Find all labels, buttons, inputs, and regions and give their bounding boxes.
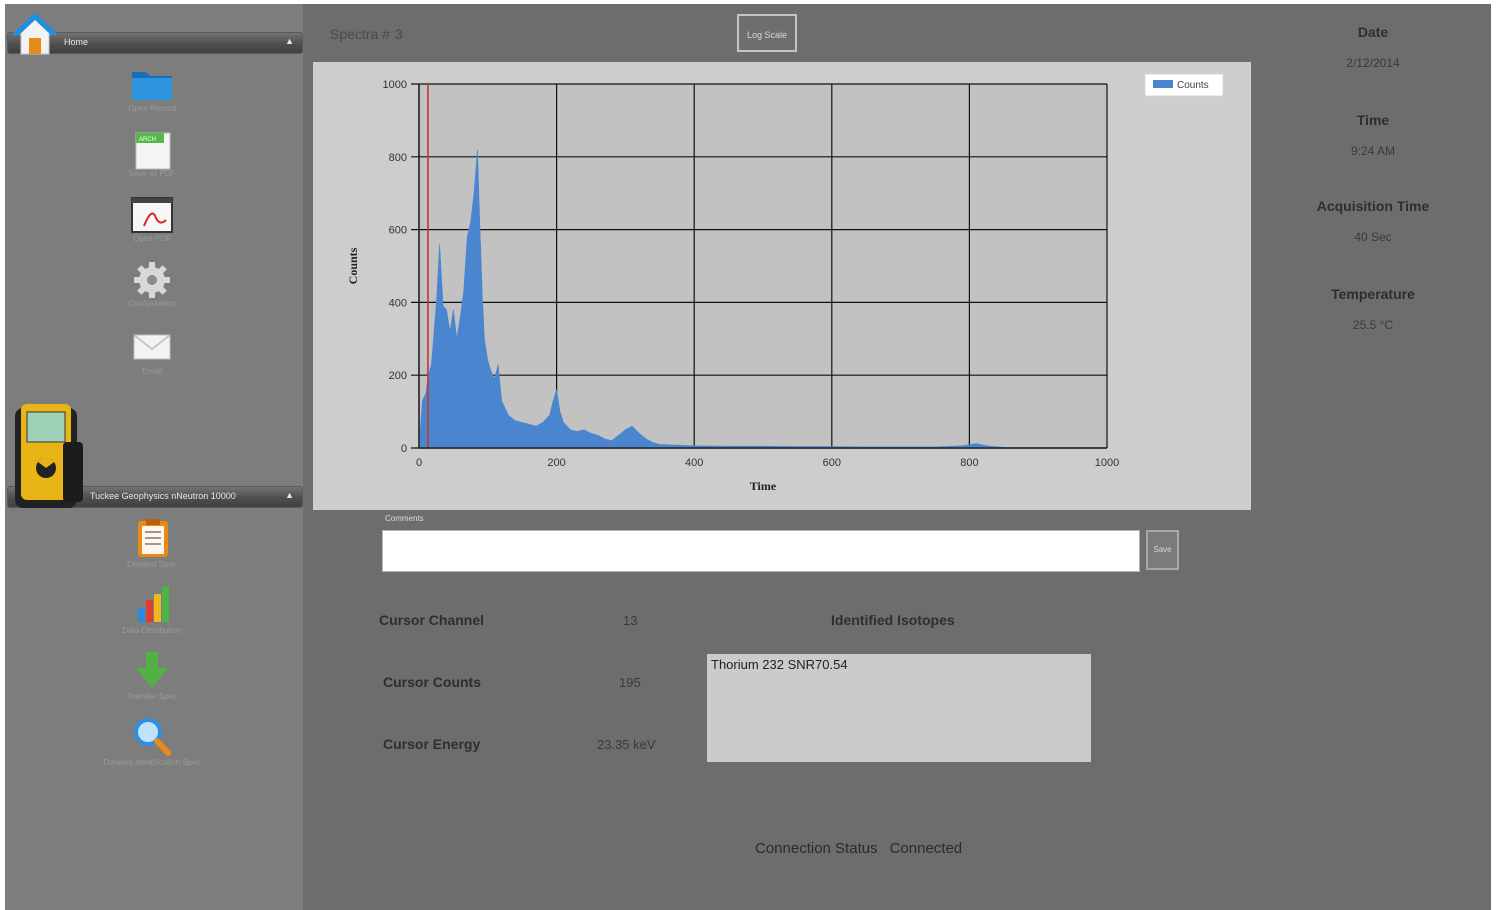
isotope-item[interactable]: Thorium 232 SNR70.54 <box>711 657 848 672</box>
time-label: Time <box>1356 112 1390 128</box>
svg-text:ARCH: ARCH <box>139 137 156 143</box>
cursor-energy-label: Cursor Energy <box>383 736 481 752</box>
configuration-label: Configuration <box>128 299 176 308</box>
x-tick-label: 600 <box>823 457 841 469</box>
identified-isotopes-list[interactable]: Thorium 232 SNR70.54 <box>707 654 1091 762</box>
detector-device-icon <box>11 402 87 510</box>
date-label: Date <box>1357 24 1389 40</box>
time-value: 9:24 AM <box>1350 144 1396 158</box>
open-record-label: Open Record <box>128 104 176 113</box>
detailed-spec-label: Detailed Spec <box>127 560 177 569</box>
date-value: 2/12/2014 <box>1346 56 1400 70</box>
comments-label: Comments <box>385 514 424 523</box>
plot-area <box>419 84 1107 448</box>
y-tick-label: 600 <box>389 225 407 237</box>
device-section-label: Tuckee Geophysics nNeutron 10000 <box>90 491 236 501</box>
x-tick-label: 1000 <box>1095 457 1119 469</box>
data-distribution-button[interactable]: Data Distribution <box>102 584 202 635</box>
save-pdf-icon: ARCH <box>130 131 174 170</box>
x-tick-label: 200 <box>547 457 565 469</box>
pdf-file-icon <box>130 196 174 233</box>
collapse-icon: ▲ <box>285 490 294 500</box>
open-pdf-button[interactable]: Open PDF <box>102 196 202 243</box>
y-tick-label: 0 <box>401 443 407 455</box>
spectrum-chart[interactable]: 0 200 400 600 800 1000 0 200 400 600 800 1000 Time Co… <box>313 62 1251 510</box>
x-tick-label: 400 <box>685 457 703 469</box>
connection-status-value: Connected <box>889 840 963 857</box>
open-record-button[interactable]: Open Record <box>102 66 202 113</box>
detailed-identification-spec-label: Detailed Identification Spec <box>103 758 201 767</box>
spectra-label: Spectra # <box>330 26 390 42</box>
save-as-pdf-button[interactable]: ARCH Save as PDF <box>102 131 202 178</box>
cursor-energy-value: 23.35 keV <box>597 737 656 752</box>
detailed-identification-spec-button[interactable]: Detailed Identification Spec <box>102 716 202 767</box>
acquisition-time-value: 40 Sec <box>1354 230 1392 244</box>
temperature-value: 25.5 °C <box>1352 318 1394 332</box>
app-window: Home ▲ Open Record ARCH Save as PDF Open… <box>5 4 1491 910</box>
y-axis-label: Counts <box>346 247 360 284</box>
cursor-counts-value: 195 <box>619 675 641 690</box>
temperature-label: Temperature <box>1331 286 1415 302</box>
y-tick-label: 1000 <box>383 79 407 91</box>
legend-label: Counts <box>1177 80 1209 91</box>
cursor-channel-label: Cursor Channel <box>379 612 485 628</box>
open-pdf-label: Open PDF <box>133 234 171 243</box>
acquisition-time-label: Acquisition Time <box>1316 198 1430 214</box>
house-icon[interactable] <box>13 12 57 56</box>
download-arrow-icon <box>130 650 174 690</box>
x-tick-label: 0 <box>416 457 422 469</box>
bar-chart-icon <box>130 584 174 624</box>
legend-swatch <box>1153 80 1173 88</box>
log-scale-button[interactable]: Log Scale <box>737 14 797 52</box>
save-comment-button[interactable]: Save <box>1146 530 1179 570</box>
spectrum-chart-panel: 0 200 400 600 800 1000 0 200 400 600 800 1000 Time Co… <box>313 62 1251 510</box>
email-label: Email <box>141 367 162 376</box>
y-tick-label: 800 <box>389 152 407 164</box>
y-tick-label: 400 <box>389 297 407 309</box>
home-section-label: Home <box>64 37 89 47</box>
spectra-indicator: Spectra #3 <box>330 26 403 42</box>
data-distribution-label: Data Distribution <box>122 626 182 635</box>
collapse-icon: ▲ <box>285 36 294 46</box>
spectra-number: 3 <box>394 26 403 42</box>
detailed-spec-button[interactable]: Detailed Spec <box>102 518 202 569</box>
main-panel: Spectra #3 Log Scale 0 200 400 600 800 1000 0 2… <box>303 4 1491 910</box>
gear-icon <box>130 261 174 298</box>
transfer-spec-button[interactable]: Transfer Spec <box>102 650 202 701</box>
connection-status: Connection Status Connected <box>755 840 962 857</box>
configuration-button[interactable]: Configuration <box>102 261 202 308</box>
transfer-spec-label: Transfer Spec <box>127 692 177 701</box>
x-tick-label: 800 <box>960 457 978 469</box>
folder-icon <box>130 66 174 102</box>
clipboard-icon <box>130 518 174 558</box>
comments-input[interactable] <box>382 530 1140 572</box>
cursor-counts-label: Cursor Counts <box>383 674 481 690</box>
cursor-channel-value: 13 <box>623 613 638 628</box>
email-button[interactable]: Email <box>102 329 202 376</box>
x-axis-label: Time <box>750 479 777 493</box>
sidebar: Home ▲ Open Record ARCH Save as PDF Open… <box>5 4 303 910</box>
envelope-icon <box>130 329 174 365</box>
connection-status-label: Connection Status <box>755 840 878 857</box>
y-tick-label: 200 <box>389 370 407 382</box>
magnifier-icon <box>130 716 174 756</box>
identified-isotopes-label: Identified Isotopes <box>831 612 955 628</box>
